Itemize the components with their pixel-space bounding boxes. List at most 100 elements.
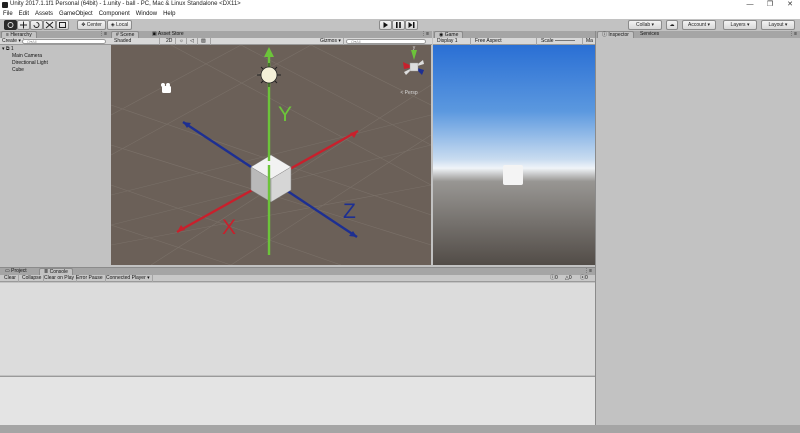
hierarchy-tabbar: ≡ Hierarchy ⋮≡ — [0, 31, 110, 38]
scale-slider-track[interactable] — [554, 40, 575, 42]
create-dropdown[interactable]: Create ▾ — [0, 38, 24, 45]
console-detail-area[interactable] — [0, 376, 595, 426]
aspect-dropdown[interactable]: Free Aspect — [473, 38, 537, 45]
shading-mode-dropdown[interactable]: Shaded — [112, 38, 160, 45]
account-button[interactable]: Account ▾ — [682, 20, 716, 30]
connected-player-dropdown[interactable]: Connected Player ▾ — [104, 275, 153, 282]
collab-button[interactable]: Collab ▾ — [628, 20, 662, 30]
close-button[interactable]: ✕ — [780, 0, 800, 10]
menu-edit[interactable]: Edit — [16, 10, 32, 18]
hierarchy-toolbar: Create ▾ Q▾All — [0, 38, 110, 45]
tab-services[interactable]: Services — [636, 31, 663, 38]
error-pause-toggle[interactable]: Error Pause — [74, 275, 106, 282]
effects-toggle[interactable]: ▨ — [199, 38, 211, 45]
menu-help[interactable]: Help — [160, 10, 178, 18]
rotate-tool-button[interactable] — [30, 20, 43, 30]
audio-toggle[interactable]: ◁ — [188, 38, 198, 45]
space-toggle[interactable]: ◈ Local — [107, 20, 132, 30]
maximize-button[interactable]: ❐ — [760, 0, 780, 10]
cube-object[interactable] — [250, 154, 292, 203]
tab-scene[interactable]: # Scene — [111, 31, 140, 38]
scene-canvas[interactable]: y < Persp X Y Z — [111, 45, 431, 265]
inspector-tab-label: Inspector — [608, 32, 629, 38]
game-viewport[interactable] — [433, 45, 595, 265]
collab-label: Collab ▾ — [635, 22, 655, 28]
clear-on-play-toggle[interactable]: Clear on Play — [42, 275, 78, 282]
inspector-tabbar: ⓘ Inspector Services ⋮≡ — [596, 31, 800, 38]
menu-gameobject[interactable]: GameObject — [56, 10, 96, 18]
scene-viewport[interactable]: y < Persp X Y Z — [111, 45, 431, 265]
tab-inspector[interactable]: ⓘ Inspector — [597, 31, 634, 38]
play-icon — [383, 22, 388, 28]
scale-label: Scale — [541, 38, 554, 44]
tab-hierarchy[interactable]: ≡ Hierarchy — [1, 31, 37, 38]
clear-button[interactable]: Clear — [2, 275, 19, 282]
panel-menu-icon[interactable]: ⋮≡ — [99, 31, 107, 38]
hand-tool-button[interactable] — [4, 20, 17, 30]
rect-tool-button[interactable] — [56, 20, 69, 30]
panel-menu-icon[interactable]: ⋮≡ — [789, 31, 797, 38]
y-axis-arrowhead — [264, 47, 274, 57]
panel-menu-icon[interactable]: ⋮≡ — [584, 268, 592, 275]
play-button[interactable] — [379, 20, 392, 30]
log-count: 0 — [555, 275, 558, 281]
main-toolbar: ✥ Center ◈ Local Collab ▾ ☁ Account ▾ La… — [0, 19, 800, 31]
window-title: Unity 2017.1.1f1 Personal (64bit) - 1.un… — [10, 1, 241, 7]
hierarchy-panel: ≡ Hierarchy ⋮≡ Create ▾ Q▾All ▾ ⧉ 1 Main… — [0, 31, 110, 267]
tab-asset-store[interactable]: ▣ Asset Store — [148, 31, 188, 38]
persp-label[interactable]: < Persp — [400, 90, 418, 96]
step-button[interactable] — [405, 20, 418, 30]
title-bar: Unity 2017.1.1f1 Personal (64bit) - 1.un… — [0, 0, 800, 10]
menu-assets[interactable]: Assets — [32, 10, 56, 18]
log-count-toggle[interactable]: ⓘ0 — [548, 275, 560, 282]
console-log-area[interactable] — [0, 283, 595, 375]
menu-file[interactable]: File — [0, 10, 16, 18]
error-count: 0 — [585, 275, 588, 281]
asset-store-tab-label: Asset Store — [157, 31, 184, 37]
2d-toggle[interactable]: 2D — [164, 38, 176, 45]
camera-icon[interactable] — [161, 83, 171, 93]
tab-console[interactable]: ≣ Console — [39, 268, 73, 275]
x-axis-label: X — [222, 216, 236, 239]
panel-menu-icon[interactable]: ⋮≡ — [421, 31, 429, 38]
pivot-icon: ✥ — [81, 22, 86, 28]
hierarchy-item-cube[interactable]: Cube — [12, 67, 24, 73]
layout-label: Layout ▾ — [768, 22, 788, 28]
scene-root-item[interactable]: ▾ ⧉ 1 — [2, 46, 14, 52]
pause-button[interactable] — [392, 20, 405, 30]
warning-count-toggle[interactable]: △0 — [563, 275, 574, 282]
expand-arrow-icon: ▾ — [2, 46, 5, 52]
unity-logo-icon — [2, 2, 8, 8]
layers-dropdown[interactable]: Layers ▾ — [723, 20, 757, 30]
scene-tabbar: # Scene ▣ Asset Store ⋮≡ — [110, 31, 432, 38]
maximize-on-play-toggle[interactable]: Ma — [584, 38, 595, 45]
game-cube — [503, 165, 523, 185]
cloud-button[interactable]: ☁ — [666, 20, 678, 30]
game-toolbar: Display 1 Free Aspect Scale Ma — [433, 38, 595, 45]
move-tool-button[interactable] — [17, 20, 30, 30]
space-label: Local — [116, 22, 129, 28]
tab-project[interactable]: ▭ Project — [1, 268, 31, 275]
scene-search-input[interactable]: Q▾All — [346, 39, 426, 44]
error-count-toggle[interactable]: ⓧ0 — [578, 275, 590, 282]
gizmos-dropdown[interactable]: Gizmos ▾ — [318, 38, 344, 45]
pivot-toggle[interactable]: ✥ Center — [77, 20, 106, 30]
hierarchy-item-directional-light[interactable]: Directional Light — [12, 60, 48, 66]
menu-window[interactable]: Window — [133, 10, 160, 18]
lighting-toggle[interactable]: ☼ — [177, 38, 187, 45]
layout-dropdown[interactable]: Layout ▾ — [761, 20, 795, 30]
menu-component[interactable]: Component — [96, 10, 133, 18]
console-panel: ▭ Project ≣ Console ⋮≡ Clear Collapse Cl… — [0, 267, 595, 426]
orientation-gizmo[interactable] — [403, 50, 424, 75]
display-dropdown[interactable]: Display 1 — [435, 38, 471, 45]
status-bar — [0, 425, 800, 433]
collapse-toggle[interactable]: Collapse — [20, 275, 45, 282]
tab-game[interactable]: ◉ Game — [434, 31, 464, 38]
hierarchy-search-input[interactable]: Q▾All — [22, 39, 106, 44]
scale-slider[interactable]: Scale — [539, 38, 583, 45]
scale-tool-button[interactable] — [43, 20, 56, 30]
minimize-button[interactable]: — — [740, 0, 760, 10]
directional-light-icon[interactable] — [257, 63, 281, 87]
rect-icon — [59, 22, 66, 28]
hierarchy-item-main-camera[interactable]: Main Camera — [12, 53, 42, 59]
